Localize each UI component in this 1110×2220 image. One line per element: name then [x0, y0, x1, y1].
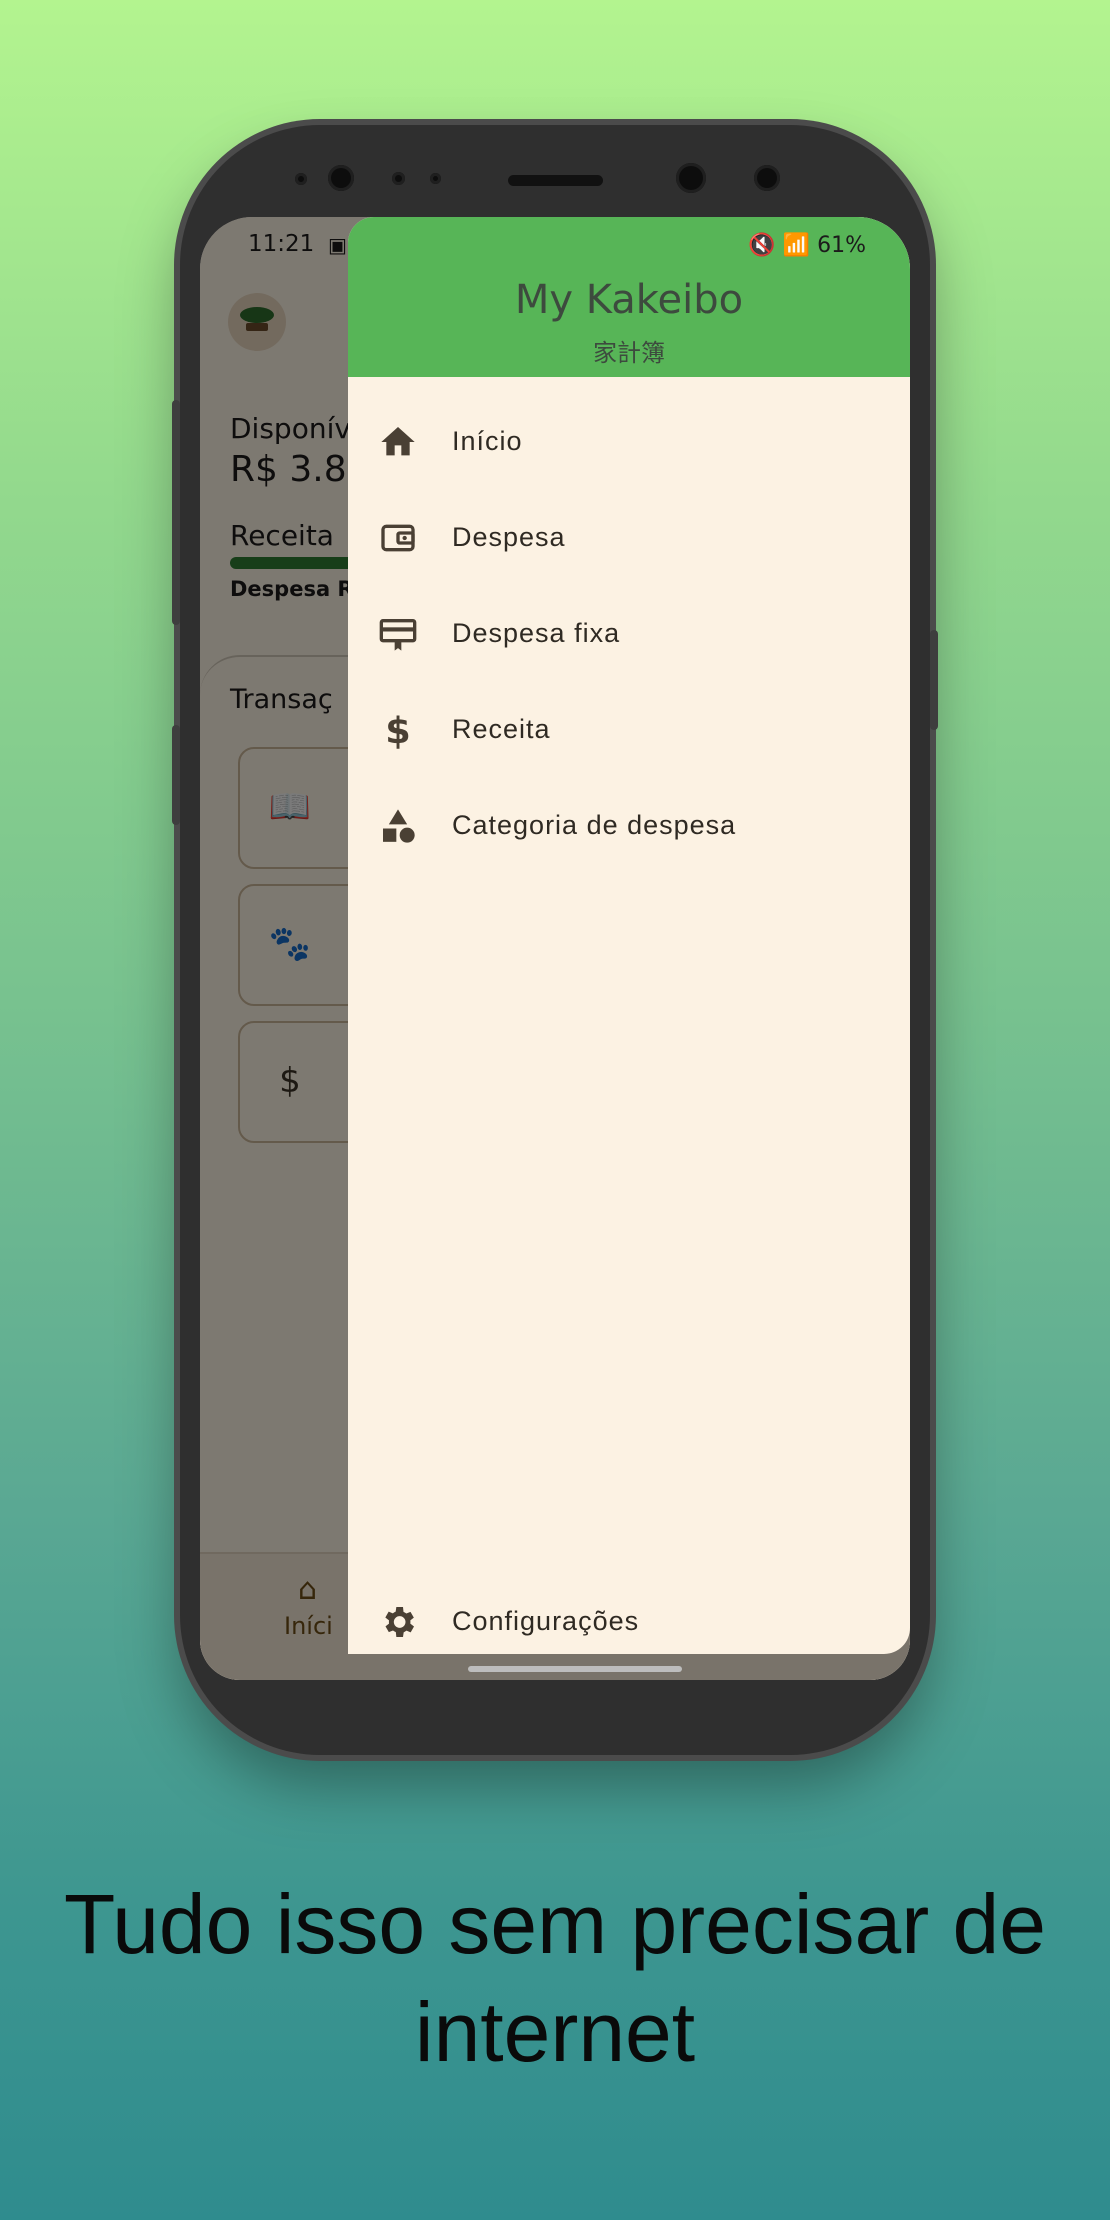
- wallet-icon: [381, 524, 415, 552]
- home-icon: [381, 427, 415, 456]
- card-icon: [379, 619, 417, 651]
- drawer-item-label: Despesa fixa: [452, 618, 621, 648]
- status-right: 🔇 📶 61%: [748, 233, 866, 258]
- front-camera: [328, 165, 354, 191]
- power-button: [930, 630, 938, 730]
- drawer-item-label: Início: [452, 426, 523, 456]
- drawer-item-label: Receita: [452, 714, 551, 744]
- drawer-item-label: Despesa: [452, 522, 566, 552]
- dollar-icon: $: [385, 710, 411, 750]
- sensor-dot: [430, 173, 441, 184]
- drawer-item-categoria[interactable]: Categoria de despesa: [348, 786, 910, 866]
- navigation-drawer: 🔇 📶 61% My Kakeibo 家計簿 Início Despesa De…: [348, 217, 910, 1654]
- sensor-dot: [295, 173, 307, 185]
- drawer-item-label: Configurações: [452, 1606, 640, 1636]
- battery-level: 61%: [817, 233, 866, 258]
- mute-icon: 🔇: [748, 233, 776, 258]
- app-title: My Kakeibo: [514, 277, 744, 323]
- drawer-header: 🔇 📶 61% My Kakeibo 家計簿: [348, 217, 910, 377]
- gesture-home-bar[interactable]: [468, 1666, 682, 1672]
- category-icon: [383, 809, 415, 843]
- drawer-item-inicio[interactable]: Início: [348, 402, 910, 482]
- sensor-dot: [392, 172, 405, 185]
- drawer-item-label: Categoria de despesa: [452, 810, 737, 840]
- front-camera: [754, 165, 780, 191]
- front-camera: [676, 163, 706, 193]
- drawer-item-configuracoes[interactable]: Configurações: [348, 1582, 910, 1654]
- drawer-item-despesa-fixa[interactable]: Despesa fixa: [348, 594, 910, 674]
- screen: 11:21 ▣◎▤• Disponív R$ 3.8 Receita Despe…: [200, 217, 910, 1680]
- svg-text:$: $: [385, 710, 411, 750]
- side-button: [172, 725, 180, 825]
- earpiece-speaker: [508, 175, 603, 186]
- drawer-item-despesa[interactable]: Despesa: [348, 498, 910, 578]
- phone-frame: 11:21 ▣◎▤• Disponív R$ 3.8 Receita Despe…: [172, 125, 938, 1755]
- wifi-icon: 📶: [782, 233, 811, 258]
- promo-tagline: Tudo isso sem precisar de internet: [64, 1877, 1046, 2079]
- gear-icon: [385, 1607, 414, 1637]
- app-subtitle: 家計簿: [593, 339, 665, 367]
- drawer-item-receita[interactable]: $ Receita: [348, 690, 910, 770]
- volume-button: [172, 400, 180, 625]
